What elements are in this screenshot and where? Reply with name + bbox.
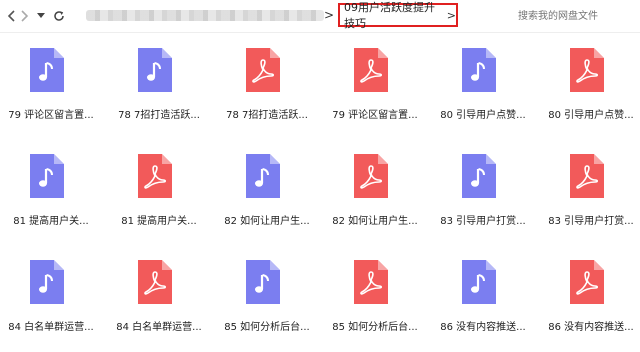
file-name: 84 白名单群运营... [8, 322, 94, 333]
audio-file-icon [462, 154, 496, 198]
toolbar: > 09用户活跃度提升技巧 > [0, 0, 640, 33]
file-name: 80 引导用户点赞... [548, 110, 634, 121]
pdf-file-icon [570, 154, 604, 198]
file-item[interactable]: 78 7招打造活跃... [216, 40, 316, 132]
file-item[interactable]: 79 评论区留言置... [324, 40, 424, 132]
file-name: 79 评论区留言置... [8, 110, 94, 121]
file-name: 81 提高用户关... [121, 216, 197, 227]
current-folder-label: 09用户活跃度提升技巧 [344, 1, 435, 30]
pdf-file-icon [570, 48, 604, 92]
refresh-button[interactable] [49, 6, 69, 26]
file-item[interactable]: 85 如何分析后台... [216, 252, 316, 344]
blurred-breadcrumb-path [86, 10, 324, 21]
file-item[interactable]: 86 没有内容推送... [540, 252, 640, 344]
file-item[interactable]: 79 评论区留言置... [0, 40, 100, 132]
file-name: 86 没有内容推送... [440, 322, 526, 333]
file-item[interactable]: 84 白名单群运营... [108, 252, 208, 344]
file-item[interactable]: 83 引导用户打赏... [432, 146, 532, 238]
pdf-file-icon [138, 154, 172, 198]
audio-file-icon [462, 48, 496, 92]
file-name: 79 评论区留言置... [332, 110, 418, 121]
file-name: 82 如何让用户生... [224, 216, 310, 227]
caret-down-icon [37, 13, 45, 18]
pdf-file-icon [138, 260, 172, 304]
search-input[interactable] [512, 8, 640, 24]
breadcrumb-separator: > [324, 8, 335, 22]
breadcrumb-current-folder[interactable]: 09用户活跃度提升技巧 > [338, 1, 458, 30]
file-item[interactable]: 80 引导用户点赞... [540, 40, 640, 132]
audio-file-icon [30, 154, 64, 198]
file-item[interactable]: 78 7招打造活跃... [108, 40, 208, 132]
file-name: 83 引导用户打赏... [548, 216, 634, 227]
pdf-file-icon [570, 260, 604, 304]
file-name: 81 提高用户关... [13, 216, 89, 227]
file-name: 83 引导用户打赏... [440, 216, 526, 227]
breadcrumb-arrow: > [446, 8, 456, 22]
refresh-icon [54, 11, 64, 21]
chevron-right-icon [21, 10, 29, 22]
history-dropdown-button[interactable] [31, 6, 51, 26]
pdf-file-icon [246, 48, 280, 92]
file-item[interactable]: 84 白名单群运营... [0, 252, 100, 344]
pdf-file-icon [354, 154, 388, 198]
file-name: 78 7招打造活跃... [226, 110, 308, 121]
file-name: 84 白名单群运营... [116, 322, 202, 333]
pdf-file-icon [354, 260, 388, 304]
audio-file-icon [30, 48, 64, 92]
audio-file-icon [462, 260, 496, 304]
file-item[interactable]: 85 如何分析后台... [324, 252, 424, 344]
file-item[interactable]: 86 没有内容推送... [432, 252, 532, 344]
audio-file-icon [246, 154, 280, 198]
file-item[interactable]: 80 引导用户点赞... [432, 40, 532, 132]
file-name: 80 引导用户点赞... [440, 110, 526, 121]
audio-file-icon [30, 260, 64, 304]
file-name: 82 如何让用户生... [332, 216, 418, 227]
pdf-file-icon [354, 48, 388, 92]
file-name: 85 如何分析后台... [224, 322, 310, 333]
file-name: 85 如何分析后台... [332, 322, 418, 333]
file-item[interactable]: 83 引导用户打赏... [540, 146, 640, 238]
file-item[interactable]: 82 如何让用户生... [324, 146, 424, 238]
file-name: 86 没有内容推送... [548, 322, 634, 333]
audio-file-icon [246, 260, 280, 304]
file-item[interactable]: 82 如何让用户生... [216, 146, 316, 238]
audio-file-icon [138, 48, 172, 92]
file-name: 78 7招打造活跃... [118, 110, 200, 121]
file-item[interactable]: 81 提高用户关... [108, 146, 208, 238]
file-item[interactable]: 81 提高用户关... [0, 146, 100, 238]
